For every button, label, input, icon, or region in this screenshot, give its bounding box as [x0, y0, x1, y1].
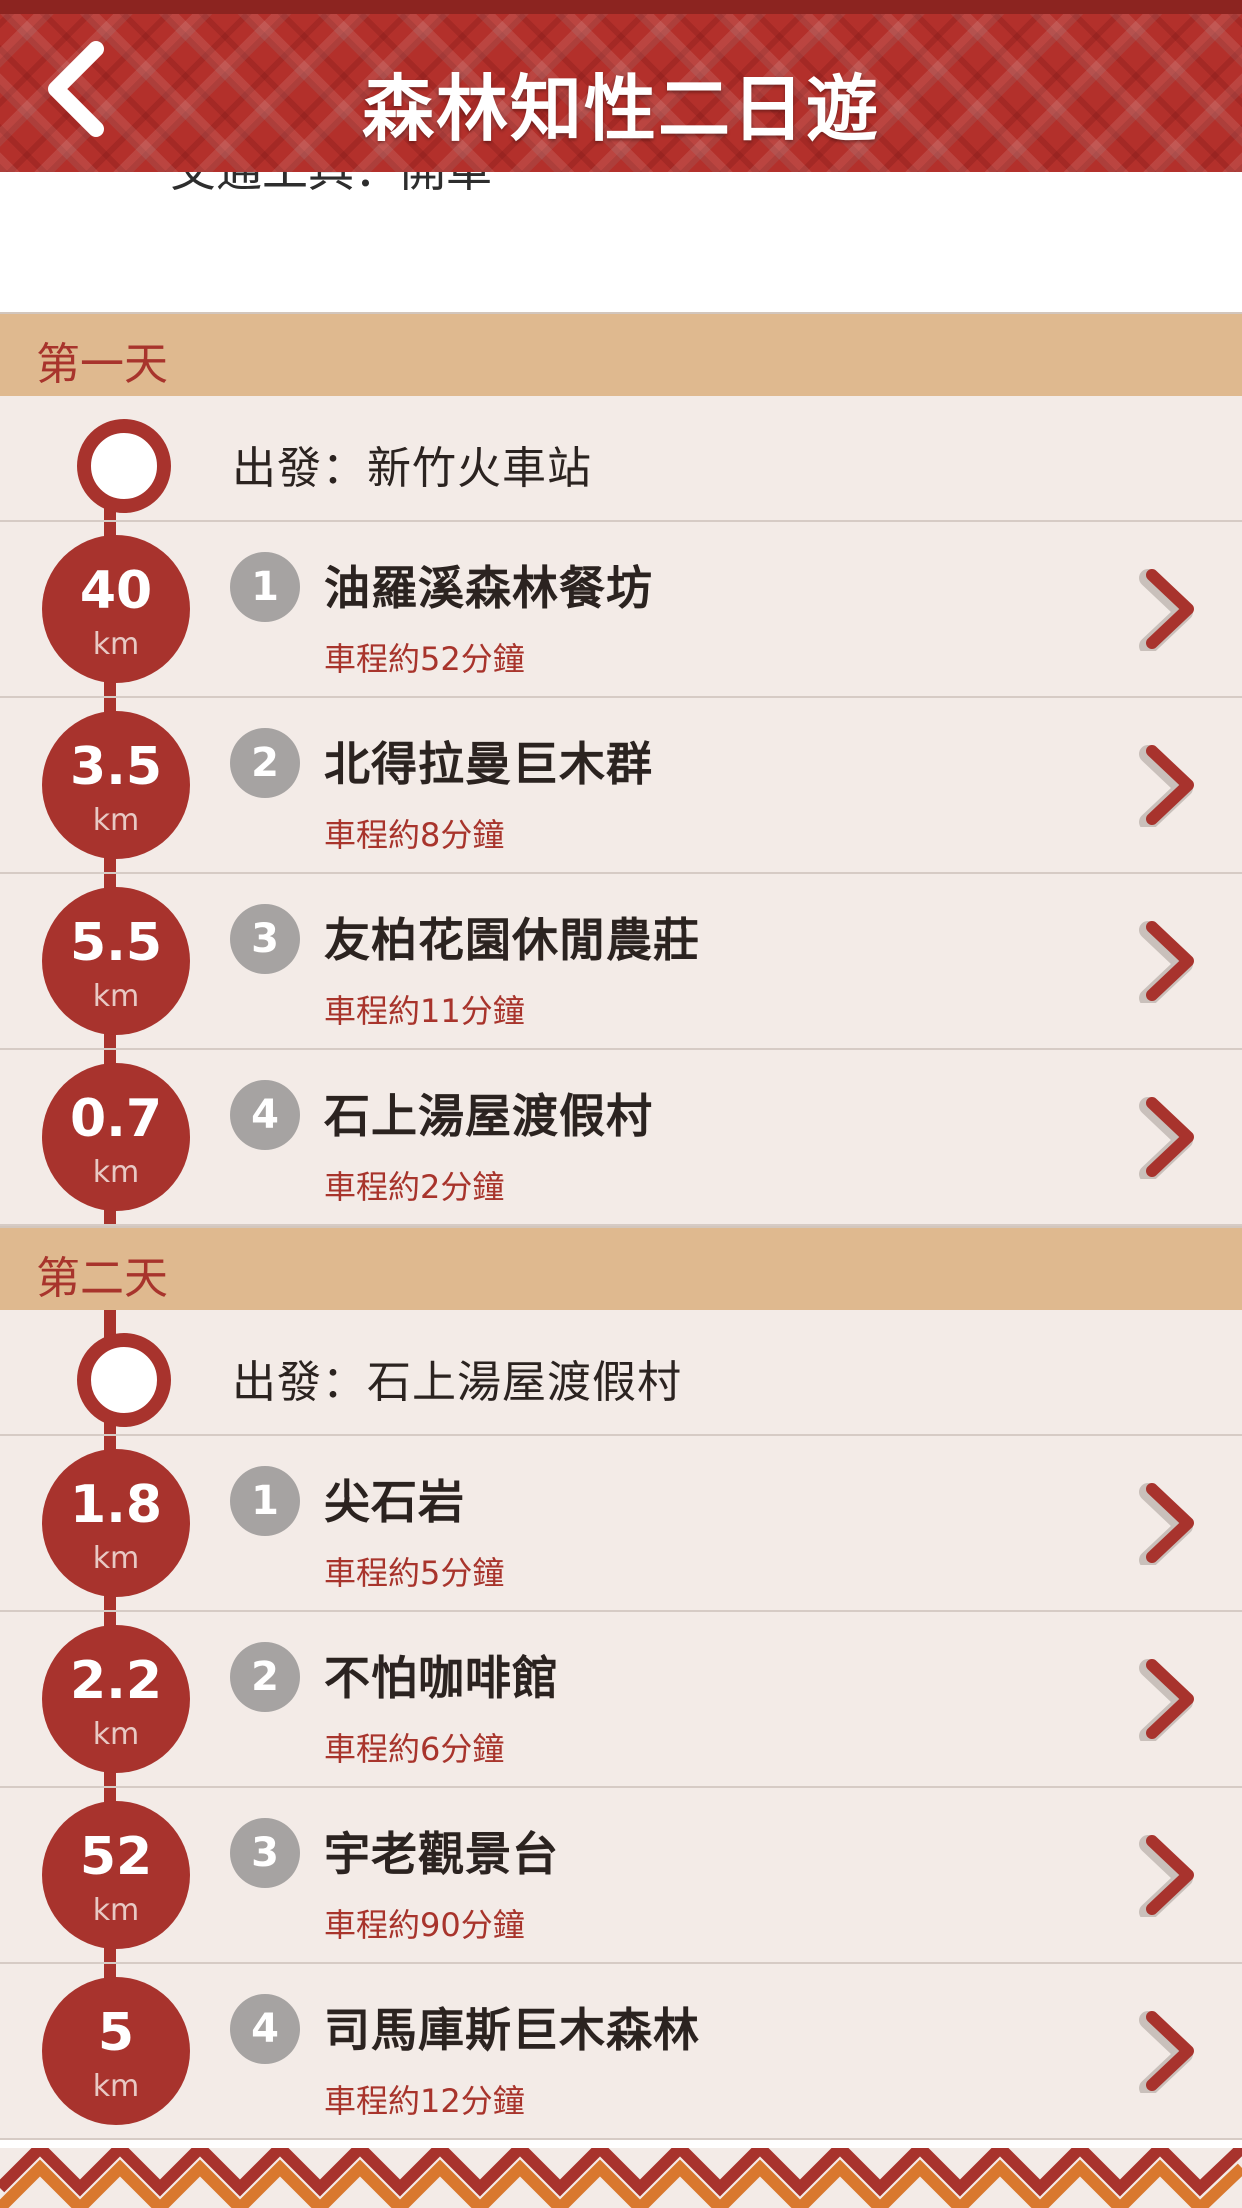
distance-badge: 52 km: [42, 1801, 190, 1949]
day-header: 第二天: [0, 1226, 1242, 1310]
distance-value: 40: [79, 561, 153, 621]
distance-unit: km: [92, 1717, 140, 1752]
distance-value: 5: [97, 2003, 135, 2063]
stop-number-badge: 4: [230, 1080, 300, 1150]
chevron-right-icon[interactable]: [1138, 919, 1202, 1003]
distance-badge: 5 km: [42, 1977, 190, 2125]
day-header: 第一天: [0, 312, 1242, 396]
stop-row[interactable]: 40 km 1 油羅溪森林餐坊車程約52分鐘: [0, 522, 1242, 698]
chevron-right-icon[interactable]: [1138, 1657, 1202, 1741]
stop-number-badge: 3: [230, 1818, 300, 1888]
travel-time: 車程約90分鐘: [324, 1906, 525, 1944]
stop-row[interactable]: 2.2 km 2 不怕咖啡館車程約6分鐘: [0, 1612, 1242, 1788]
distance-badge: 5.5 km: [42, 887, 190, 1035]
chevron-right-icon[interactable]: [1138, 743, 1202, 827]
departure-row: 出發：石上湯屋渡假村: [0, 1310, 1242, 1436]
stop-row[interactable]: 0.7 km 4 石上湯屋渡假村車程約2分鐘: [0, 1050, 1242, 1226]
day-label: 第二天: [36, 1253, 168, 1304]
chevron-right-icon[interactable]: [1138, 2009, 1202, 2093]
start-marker-icon: [77, 419, 171, 513]
distance-value: 52: [79, 1827, 153, 1887]
stop-number-badge: 1: [230, 1466, 300, 1536]
stop-name: 友柏花園休閒農莊: [324, 913, 700, 967]
distance-unit: km: [92, 1155, 140, 1190]
travel-time: 車程約6分鐘: [324, 1730, 505, 1768]
stop-number-badge: 1: [230, 552, 300, 622]
distance-badge: 40 km: [42, 535, 190, 683]
page-title: 森林知性二日遊: [361, 67, 880, 151]
stop-number-badge: 2: [230, 1642, 300, 1712]
stop-name: 不怕咖啡館: [324, 1651, 559, 1705]
distance-value: 3.5: [69, 737, 163, 797]
travel-time: 車程約11分鐘: [324, 992, 525, 1030]
distance-value: 2.2: [69, 1651, 163, 1711]
distance-unit: km: [92, 1541, 140, 1576]
stop-name: 司馬庫斯巨木森林: [324, 2003, 700, 2057]
distance-badge: 2.2 km: [42, 1625, 190, 1773]
distance-badge: 3.5 km: [42, 711, 190, 859]
distance-badge: 0.7 km: [42, 1063, 190, 1211]
chevron-right-icon[interactable]: [1138, 567, 1202, 651]
chevron-right-icon[interactable]: [1138, 1833, 1202, 1917]
stop-row[interactable]: 3.5 km 2 北得拉曼巨木群車程約8分鐘: [0, 698, 1242, 874]
stop-row[interactable]: 1.8 km 1 尖石岩車程約5分鐘: [0, 1436, 1242, 1612]
distance-unit: km: [92, 2069, 140, 2104]
stop-number-badge: 3: [230, 904, 300, 974]
stop-row[interactable]: 52 km 3 宇老觀景台車程約90分鐘: [0, 1788, 1242, 1964]
zigzag-border: [0, 2148, 1242, 2208]
stop-name: 尖石岩: [324, 1475, 465, 1529]
start-marker-icon: [77, 1333, 171, 1427]
nav-header: 森林知性二日遊: [0, 0, 1242, 172]
travel-time: 車程約5分鐘: [324, 1554, 505, 1592]
travel-time: 車程約52分鐘: [324, 640, 525, 678]
travel-time: 車程約8分鐘: [324, 816, 505, 854]
day-label: 第一天: [36, 339, 168, 390]
stop-number-badge: 4: [230, 1994, 300, 2064]
stop-row[interactable]: 5.5 km 3 友柏花園休閒農莊車程約11分鐘: [0, 874, 1242, 1050]
distance-value: 1.8: [69, 1475, 163, 1535]
chevron-right-icon[interactable]: [1138, 1095, 1202, 1179]
distance-badge: 1.8 km: [42, 1449, 190, 1597]
stop-name: 宇老觀景台: [324, 1827, 559, 1881]
distance-unit: km: [92, 1893, 140, 1928]
distance-unit: km: [92, 803, 140, 838]
itinerary-list: 第一天出發：新竹火車站 40 km 1 油羅溪森林餐坊車程約52分鐘 3.5 km 2 北得拉曼…: [0, 312, 1242, 2140]
distance-unit: km: [92, 627, 140, 662]
stop-name: 北得拉曼巨木群: [324, 737, 653, 791]
transport-text: 交通工具：開車: [170, 172, 492, 200]
chevron-right-icon[interactable]: [1138, 1481, 1202, 1565]
travel-time: 車程約12分鐘: [324, 2082, 525, 2120]
distance-unit: km: [92, 979, 140, 1014]
departure-text: 出發：石上湯屋渡假村: [232, 1357, 682, 1408]
travel-time: 車程約2分鐘: [324, 1168, 505, 1206]
distance-value: 0.7: [69, 1089, 163, 1149]
distance-value: 5.5: [69, 913, 163, 973]
stop-name: 石上湯屋渡假村: [324, 1089, 653, 1143]
stop-row[interactable]: 5 km 4 司馬庫斯巨木森林車程約12分鐘: [0, 1964, 1242, 2140]
stop-name: 油羅溪森林餐坊: [324, 561, 653, 615]
intro-section: 交通工具：開車: [0, 172, 1242, 312]
decorative-footer: [0, 2148, 1242, 2208]
departure-text: 出發：新竹火車站: [232, 443, 592, 494]
departure-row: 出發：新竹火車站: [0, 396, 1242, 522]
stop-number-badge: 2: [230, 728, 300, 798]
